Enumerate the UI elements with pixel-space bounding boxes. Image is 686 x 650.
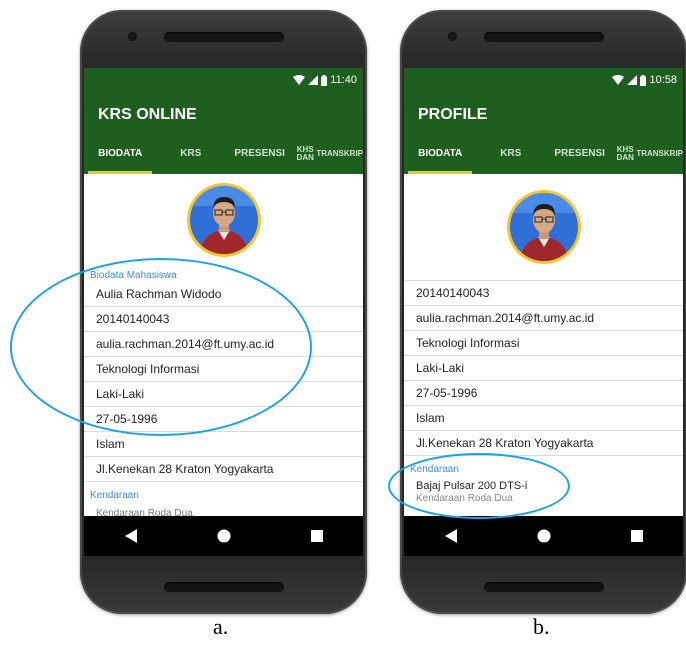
tab-krs[interactable]: KRS [156, 134, 225, 174]
field-gender: Laki-Laki [84, 382, 363, 407]
caption-b: b. [533, 614, 550, 639]
field-address: Jl.Kenekan 28 Kraton Yogyakarta [404, 431, 683, 456]
status-time: 10:58 [649, 74, 677, 86]
app-bar: 11:40 KRS ONLINE BIODATA KRS PRESENSI KH… [84, 68, 363, 174]
field-gender: Laki-Laki [404, 356, 683, 381]
tab-presensi[interactable]: PRESENSI [225, 134, 294, 174]
avatar-photo [189, 186, 258, 254]
section-label-biodata: Biodata Mahasiswa [90, 270, 177, 281]
tab-presensi[interactable]: PRESENSI [545, 134, 614, 174]
field-religion: Islam [84, 432, 363, 457]
phone-b: 10:58 PROFILE BIODATA KRS PRESENSI KHS D… [400, 10, 686, 614]
screen-a: 11:40 KRS ONLINE BIODATA KRS PRESENSI KH… [84, 68, 363, 556]
tab-bar: BIODATA KRS PRESENSI KHS DAN TRANSKRIP [84, 134, 363, 174]
tab-krs[interactable]: KRS [476, 134, 545, 174]
field-birthdate: 27-05-1996 [404, 381, 683, 406]
tab-bar: BIODATA KRS PRESENSI KHS DAN TRANSKRIP [404, 134, 683, 174]
section-label-vehicle: Kendaraan [90, 490, 139, 501]
profile-content: Biodata Mahasiswa Aulia Rachman Widodo 2… [84, 174, 363, 519]
app-title: PROFILE [418, 106, 488, 123]
field-program: Teknologi Informasi [404, 331, 683, 356]
wifi-icon [612, 75, 625, 85]
bottom-speaker [483, 582, 604, 592]
caption-a: a. [213, 614, 229, 639]
vehicle-type: Kendaraan Roda Dua [416, 493, 513, 504]
recents-icon[interactable] [297, 516, 337, 556]
wifi-icon [293, 75, 306, 85]
back-icon[interactable] [431, 516, 471, 556]
screen-b: 10:58 PROFILE BIODATA KRS PRESENSI KHS D… [404, 68, 683, 556]
field-email: aulia.rachman.2014@ft.umy.ac.id [404, 306, 683, 331]
tab-biodata[interactable]: BIODATA [84, 134, 156, 174]
status-bar: 11:40 [84, 68, 363, 92]
profile-content: 20140140043 aulia.rachman.2014@ft.umy.ac… [404, 174, 683, 504]
section-label-vehicle: Kendaraan [410, 464, 459, 475]
signal-icon [627, 75, 638, 85]
tab-khs-label-line1: KHS DAN [616, 144, 634, 162]
field-email: aulia.rachman.2014@ft.umy.ac.id [84, 332, 363, 357]
back-icon[interactable] [111, 516, 151, 556]
avatar[interactable] [506, 190, 581, 264]
front-camera [128, 32, 137, 41]
status-time: 11:40 [330, 74, 357, 86]
navigation-bar [84, 516, 363, 556]
field-birthdate: 27-05-1996 [84, 407, 363, 432]
bottom-speaker [163, 582, 284, 592]
field-religion: Islam [404, 406, 683, 431]
navigation-bar [404, 516, 683, 556]
tab-khs-label-line2: TRANSKRIP [636, 148, 683, 158]
status-bar: 10:58 [404, 68, 683, 92]
app-bar: 10:58 PROFILE BIODATA KRS PRESENSI KHS D… [404, 68, 683, 174]
tab-khs-transkrip[interactable]: KHS DAN TRANSKRIP [294, 134, 363, 174]
field-program: Teknologi Informasi [84, 357, 363, 382]
recents-icon[interactable] [617, 516, 657, 556]
earpiece-speaker [483, 32, 604, 42]
tab-biodata[interactable]: BIODATA [404, 134, 476, 174]
field-name: Aulia Rachman Widodo [84, 282, 363, 307]
app-title: KRS ONLINE [98, 106, 197, 123]
front-camera [448, 32, 457, 41]
field-nim: 20140140043 [404, 280, 683, 306]
phone-a: 11:40 KRS ONLINE BIODATA KRS PRESENSI KH… [80, 10, 367, 614]
home-icon[interactable] [204, 516, 244, 556]
signal-icon [308, 75, 319, 85]
avatar-container [84, 174, 363, 266]
field-nim: 20140140043 [84, 307, 363, 332]
battery-icon [321, 74, 328, 86]
battery-icon [640, 74, 647, 86]
tab-khs-label-line2: TRANSKRIP [316, 148, 363, 158]
home-icon[interactable] [524, 516, 564, 556]
tab-khs-label-line1: KHS DAN [296, 144, 314, 162]
avatar[interactable] [186, 183, 261, 257]
avatar-container [404, 174, 683, 280]
field-address: Jl.Kenekan 28 Kraton Yogyakarta [84, 457, 363, 482]
earpiece-speaker [163, 32, 284, 42]
avatar-photo [509, 193, 578, 261]
vehicle-name: Bajaj Pulsar 200 DTS-i [416, 480, 528, 492]
tab-khs-transkrip[interactable]: KHS DAN TRANSKRIP [614, 134, 683, 174]
